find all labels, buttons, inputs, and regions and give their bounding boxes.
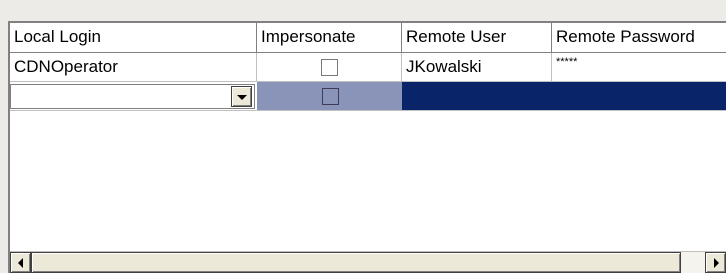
remote-user-cell[interactable]: JKowalski [402, 53, 552, 82]
linked-logins-grid: Local Login Impersonate Remote User Remo… [8, 21, 726, 273]
scroll-left-button[interactable] [10, 252, 31, 273]
remote-user-cell[interactable] [402, 82, 552, 111]
impersonate-cell[interactable] [257, 53, 402, 82]
scroll-thumb[interactable] [31, 252, 681, 273]
chevron-down-icon [237, 95, 247, 100]
remote-password-cell[interactable]: ***** [552, 53, 726, 82]
impersonate-checkbox[interactable] [321, 88, 339, 105]
remote-password-cell[interactable] [552, 82, 726, 111]
column-header-impersonate[interactable]: Impersonate [257, 23, 402, 53]
column-header-remote-password[interactable]: Remote Password [552, 23, 726, 53]
impersonate-checkbox[interactable] [321, 59, 338, 76]
combobox-dropdown-button[interactable] [231, 86, 252, 107]
scroll-right-button[interactable] [705, 252, 726, 273]
impersonate-cell[interactable] [257, 82, 402, 111]
column-header-local-login[interactable]: Local Login [10, 23, 257, 53]
arrow-right-icon [714, 258, 719, 268]
column-header-remote-user[interactable]: Remote User [402, 23, 552, 53]
local-login-cell[interactable]: CDNOperator [10, 53, 257, 82]
arrow-left-icon [18, 258, 23, 268]
local-login-cell[interactable] [10, 82, 257, 111]
local-login-combobox[interactable] [10, 84, 255, 109]
horizontal-scrollbar[interactable] [10, 251, 726, 273]
